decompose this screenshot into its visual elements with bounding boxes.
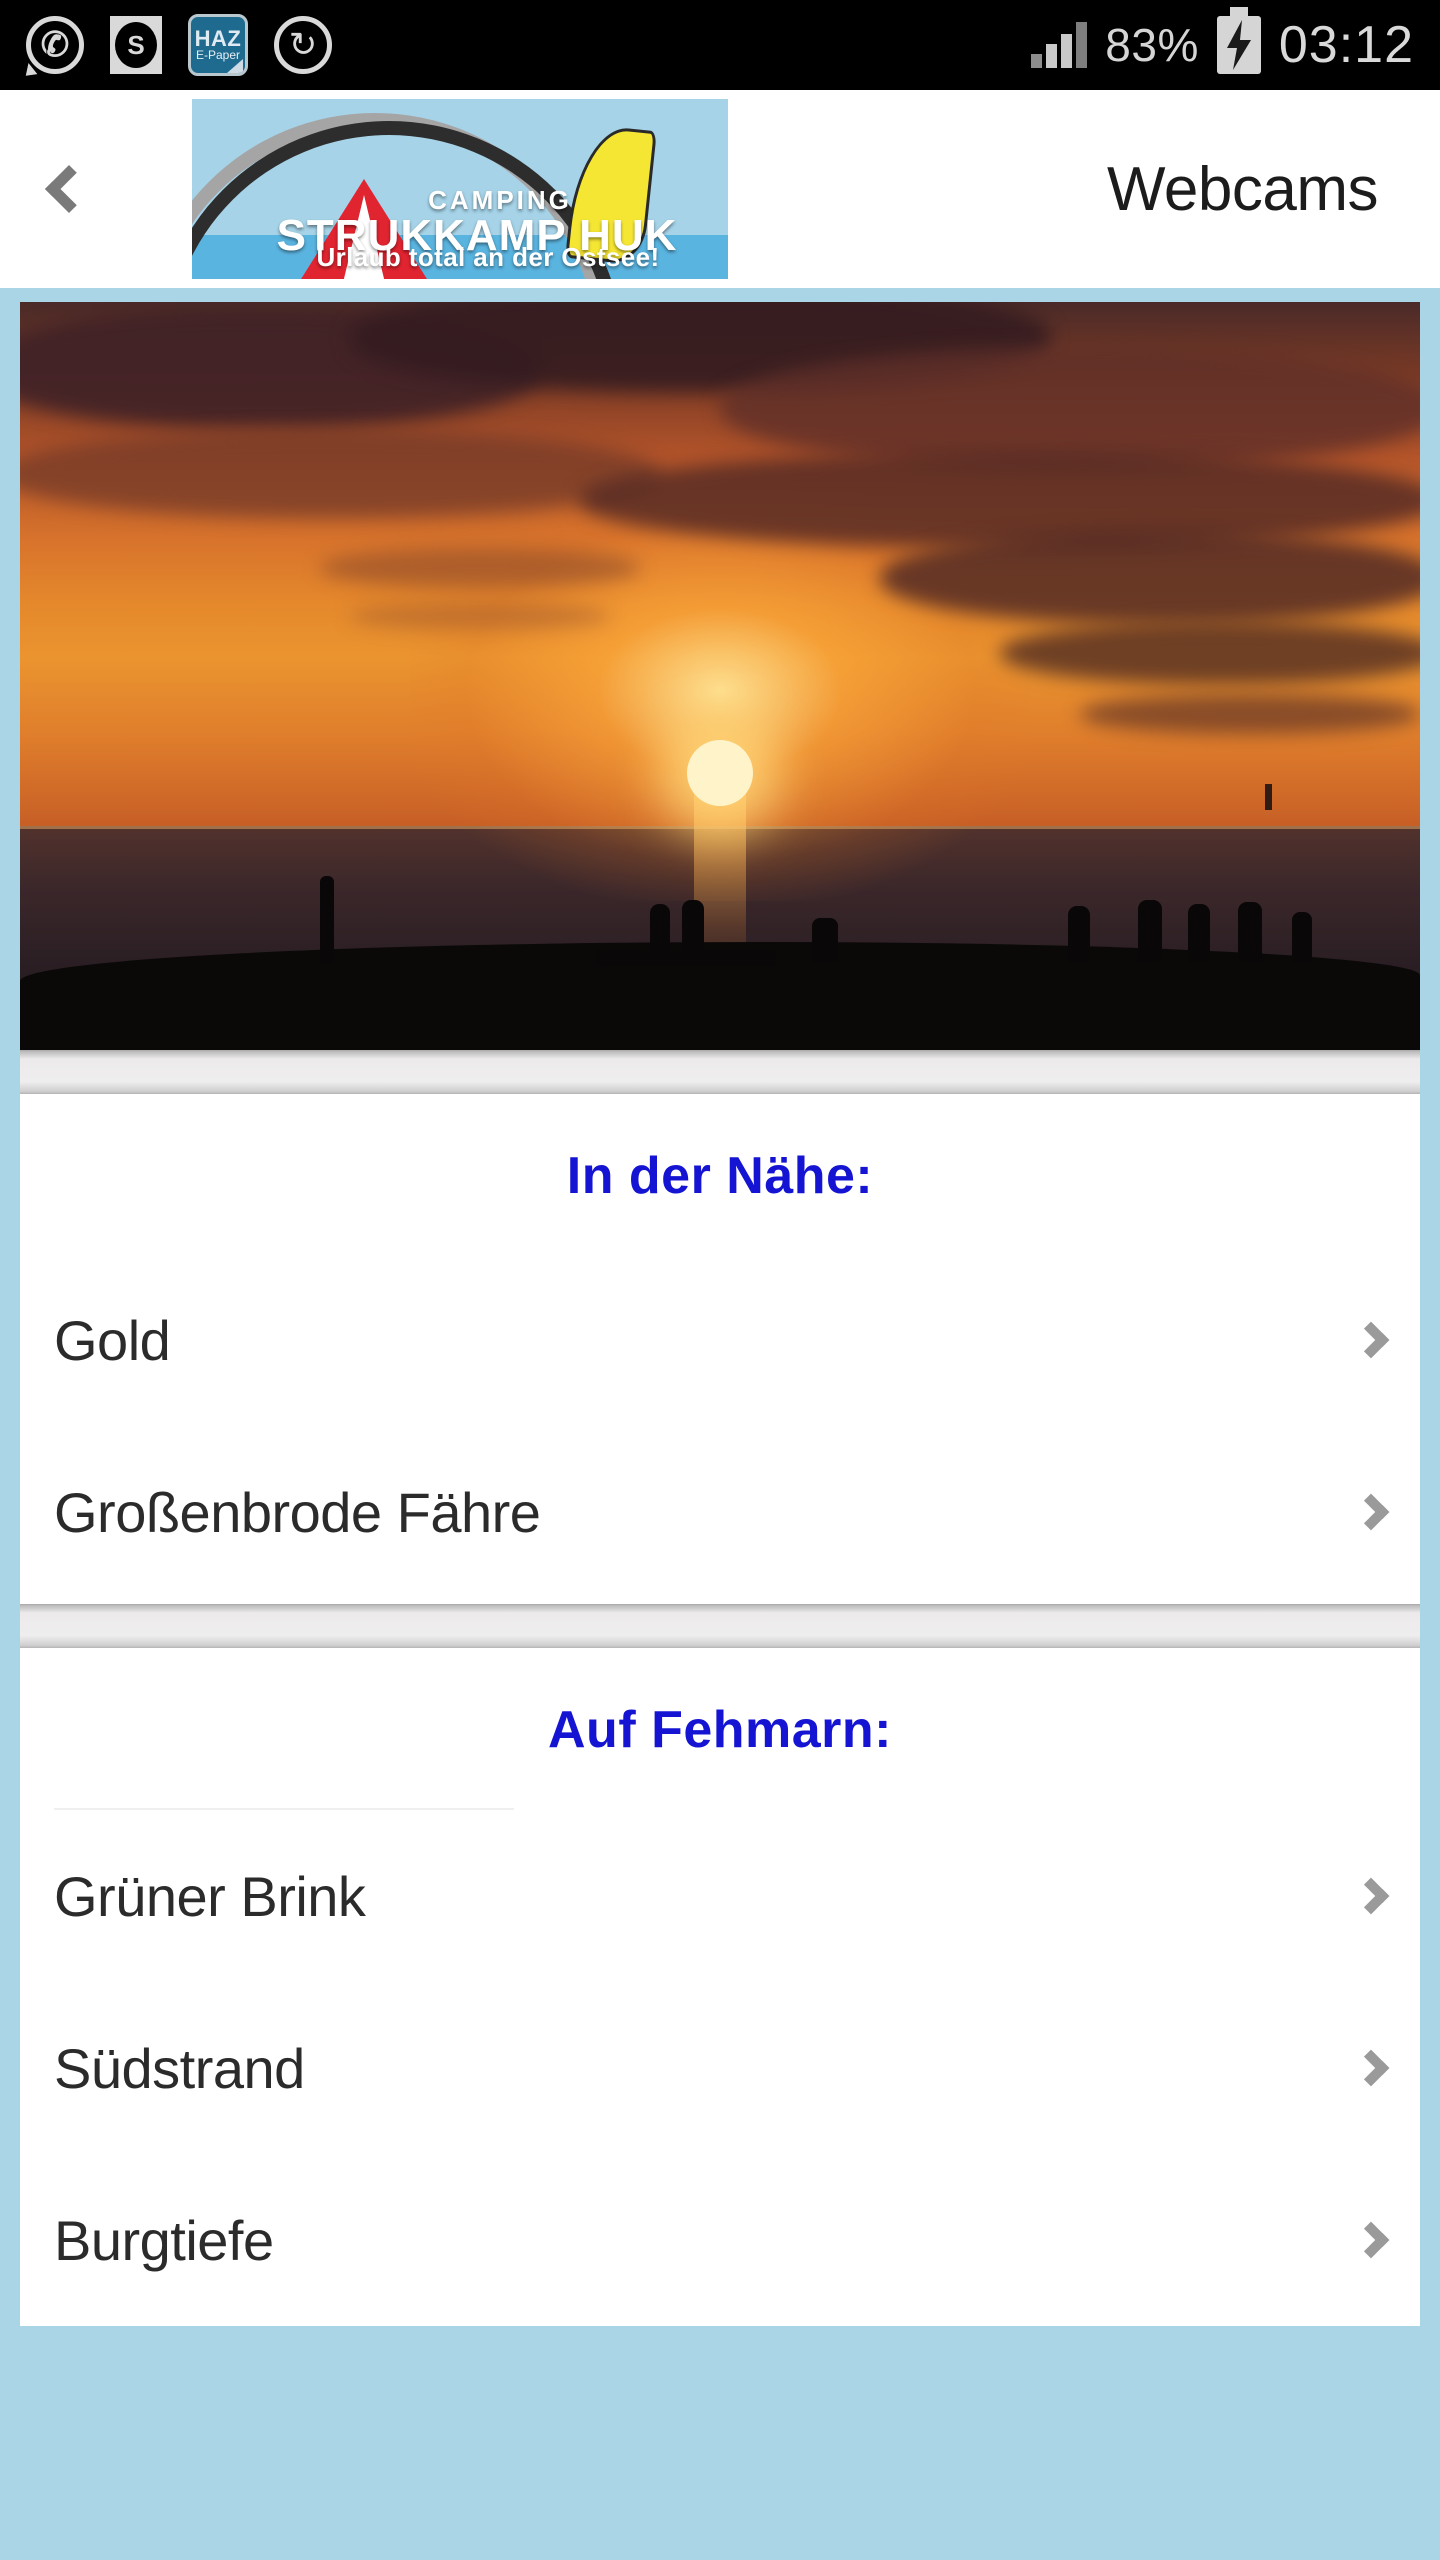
cloud <box>320 548 640 588</box>
chevron-right-icon <box>1352 2049 1390 2087</box>
bolt-glyph <box>1226 20 1251 70</box>
section-separator <box>20 1050 1420 1094</box>
camping-strukkamp-huk-logo: CAMPING STRUKKAMP HUK Urlaub total an de… <box>192 99 728 279</box>
status-indicators: 83% 03:12 <box>1031 7 1414 75</box>
webcam-name: Gold <box>54 1308 171 1372</box>
horizon-line <box>20 825 1420 829</box>
clock-label: 03:12 <box>1278 16 1414 74</box>
section-separator <box>20 1604 1420 1648</box>
logo-line-tagline: Urlaub total an der Ostsee! <box>316 242 660 272</box>
sunset-photo[interactable] <box>20 302 1420 1050</box>
battery-percent-label: 83% <box>1105 19 1199 71</box>
s-badge-icon: S <box>110 16 162 74</box>
app-header: CAMPING STRUKKAMP HUK Urlaub total an de… <box>0 90 1440 288</box>
battery-charging-icon <box>1216 7 1261 74</box>
person-silhouette <box>1292 912 1312 962</box>
whatsapp-icon: ✆ <box>26 16 84 74</box>
chevron-right-icon <box>1352 1493 1390 1531</box>
person-silhouette <box>1188 904 1210 962</box>
page-title: Webcams <box>1107 154 1379 224</box>
cloud <box>350 602 610 630</box>
haz-title: HAZ <box>194 25 242 51</box>
person-silhouette <box>320 876 334 964</box>
sync-glyph: ↻ <box>288 26 318 64</box>
haz-epaper-icon: HAZ E-Paper <box>188 14 248 76</box>
status-bar: ✆ S HAZ E-Paper ↻ 83% 03:12 <box>0 0 1440 90</box>
webcam-name: Burgtiefe <box>54 2208 274 2272</box>
s-badge-glyph: S <box>115 22 157 68</box>
webcam-name: Grüner Brink <box>54 1864 366 1928</box>
person-silhouette <box>682 900 704 958</box>
distant-lighthouse <box>1265 784 1272 811</box>
hero-image-container <box>0 288 1440 1050</box>
person-silhouette <box>1138 900 1162 962</box>
webcam-name: Südstrand <box>54 2036 305 2100</box>
list-item[interactable]: Großenbrode Fähre <box>20 1426 1420 1598</box>
cloud <box>880 532 1420 624</box>
section-title-fehmarn: Auf Fehmarn: <box>548 1701 892 1759</box>
webcam-name: Großenbrode Fähre <box>54 1480 541 1544</box>
signal-bars-icon <box>1031 22 1088 68</box>
cloud <box>720 348 1420 468</box>
person-silhouette <box>650 904 670 958</box>
list-item[interactable]: Südstrand <box>20 1982 1420 2154</box>
notification-icons: ✆ S HAZ E-Paper ↻ <box>26 14 332 76</box>
person-silhouette <box>1068 906 1090 962</box>
chevron-right-icon <box>1352 1877 1390 1915</box>
chevron-right-icon <box>1352 2221 1390 2259</box>
cloud <box>20 430 660 518</box>
cloud <box>1080 694 1420 734</box>
webcam-section-fehmarn: Auf Fehmarn: Grüner Brink Südstrand Burg… <box>20 1648 1420 2326</box>
chevron-left-icon <box>44 164 94 214</box>
list-item[interactable]: Burgtiefe <box>20 2154 1420 2326</box>
whatsapp-glyph: ✆ <box>40 26 70 64</box>
section-title-nearby: In der Nähe: <box>566 1147 874 1205</box>
webcam-section-nearby: In der Nähe: Gold Großenbrode Fähre <box>20 1094 1420 1604</box>
cloud <box>1000 622 1420 684</box>
list-item[interactable]: Gold <box>20 1254 1420 1426</box>
sun-disc <box>687 740 753 807</box>
person-silhouette <box>812 918 838 962</box>
chevron-right-icon <box>1352 1321 1390 1359</box>
back-button[interactable] <box>0 90 130 288</box>
sync-icon: ↻ <box>274 16 332 74</box>
person-silhouette <box>1238 902 1262 962</box>
list-item[interactable]: Grüner Brink <box>20 1810 1420 1982</box>
cloud <box>580 452 1420 548</box>
haz-subtitle: E-Paper <box>195 47 241 62</box>
